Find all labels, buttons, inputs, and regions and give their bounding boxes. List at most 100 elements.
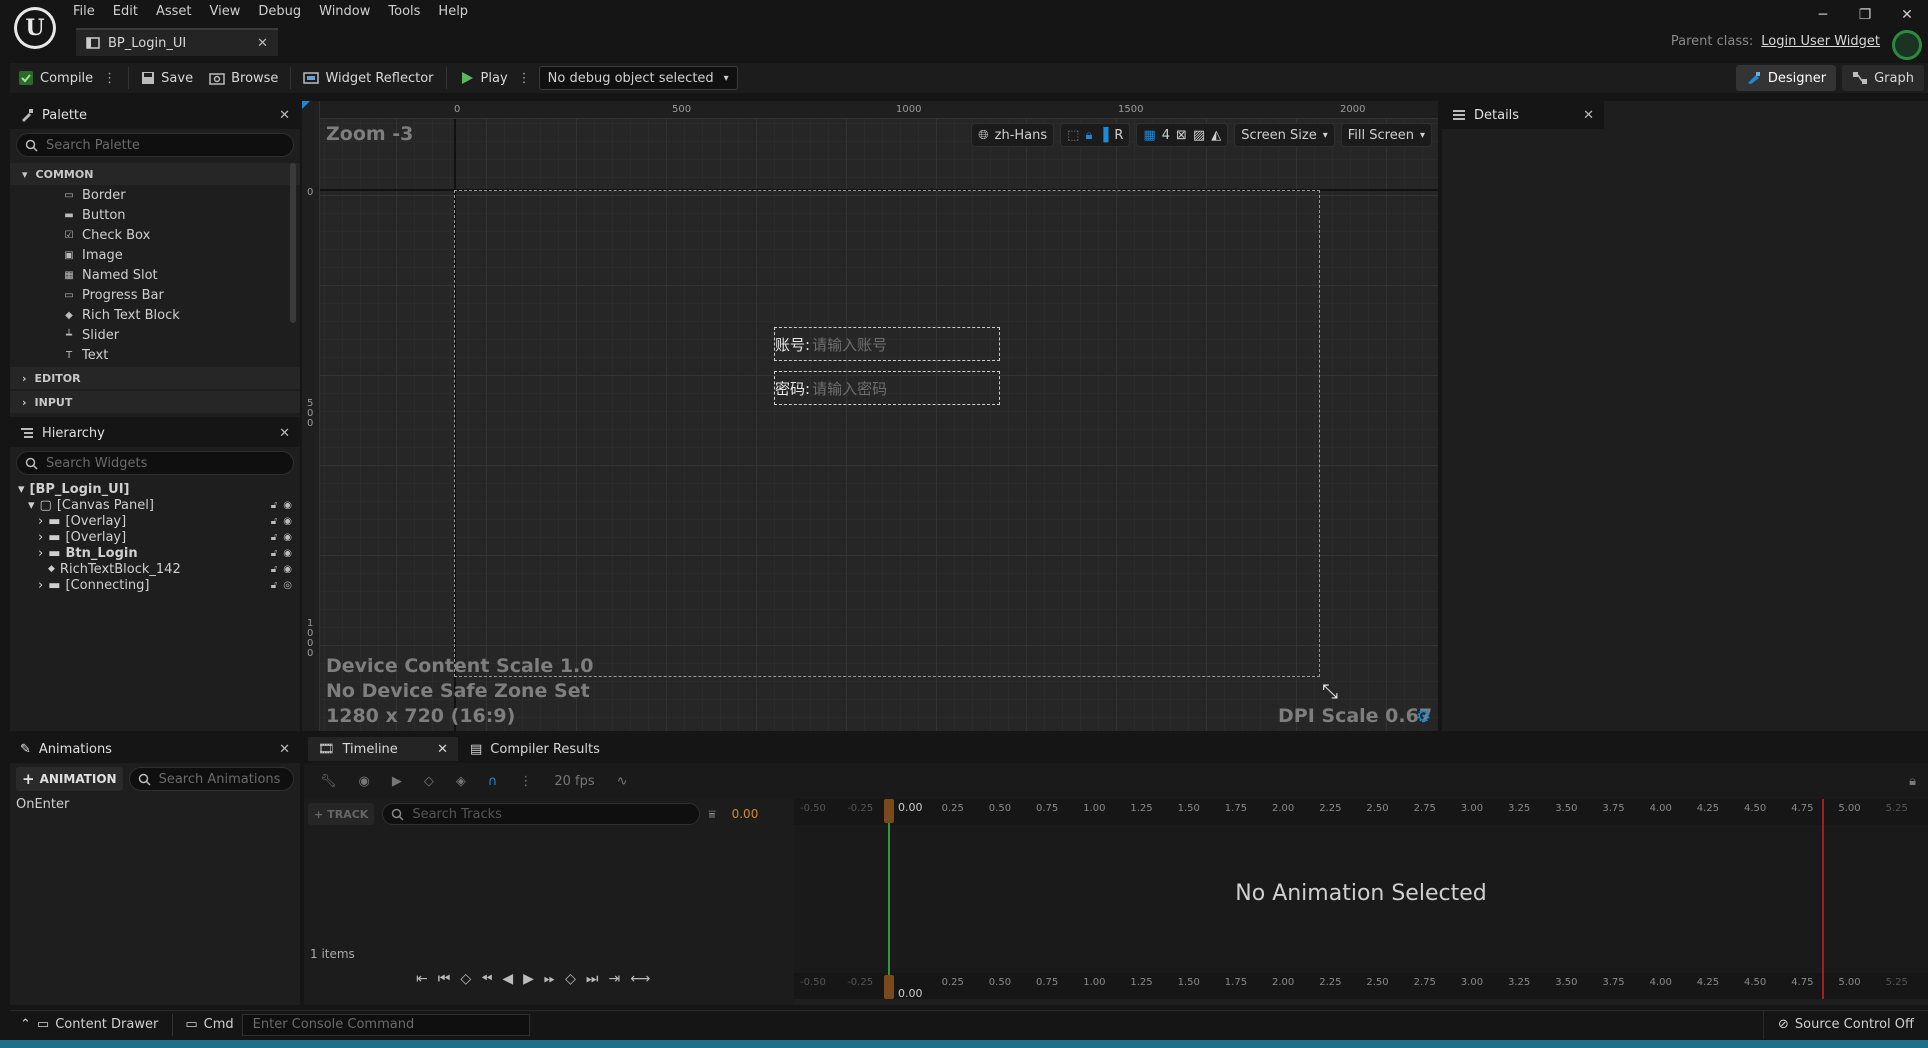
eye-hidden-icon[interactable]: ◎	[283, 580, 292, 591]
tab-compiler-results[interactable]: ▤ Compiler Results	[460, 737, 610, 761]
palette-scrollbar[interactable]	[290, 163, 296, 323]
eye-icon[interactable]: ◉	[283, 532, 292, 543]
source-status-icon[interactable]	[1892, 30, 1922, 60]
parent-class-link[interactable]: Login User Widget	[1761, 34, 1880, 49]
wrench-icon[interactable]: 🔧︎	[320, 774, 337, 789]
play-forward-icon[interactable]: ▶	[523, 971, 534, 987]
save-button[interactable]: Save	[133, 63, 201, 93]
close-details-icon[interactable]: ✕	[1583, 108, 1594, 123]
unlock-icon[interactable]: 🔓︎	[271, 532, 277, 543]
menu-debug[interactable]: Debug	[249, 2, 310, 22]
cmd-button[interactable]: ▭ Cmd	[177, 1011, 241, 1039]
widget-reflector-button[interactable]: Widget Reflector	[295, 63, 441, 93]
eye-icon[interactable]: ◉	[283, 564, 292, 575]
unlock-icon[interactable]: 🔓︎	[271, 548, 277, 559]
play-button[interactable]: Play ⋮	[451, 63, 539, 93]
palette-item-text[interactable]: T Text	[10, 345, 300, 365]
category-editor[interactable]: › EDITOR	[10, 367, 300, 389]
graph-mode-button[interactable]: Graph	[1842, 65, 1924, 91]
next-key-icon[interactable]: ◇	[565, 971, 576, 987]
palette-item-button[interactable]: ▬ Button	[10, 205, 300, 225]
tree-root[interactable]: ▾ [BP_Login_UI]	[18, 481, 292, 497]
category-input[interactable]: › INPUT	[10, 391, 300, 413]
culture-button[interactable]: 🌐︎ zh-Hans	[971, 123, 1055, 147]
category-common[interactable]: ▾ COMMON	[10, 163, 300, 185]
animations-search-input[interactable]: Search Animations	[128, 767, 294, 791]
close-tab-icon[interactable]: ✕	[257, 36, 268, 51]
menu-tools[interactable]: Tools	[379, 2, 429, 22]
unlock-icon[interactable]: 🔓︎	[271, 580, 277, 591]
unlock-icon[interactable]: 🔓︎	[271, 500, 277, 511]
designer-mode-button[interactable]: Designer	[1735, 65, 1837, 91]
key-icon[interactable]: ◇	[424, 774, 434, 789]
dpi-settings-gear-icon[interactable]: ⚙	[1416, 707, 1431, 727]
eye-icon[interactable]: ◉	[283, 500, 292, 511]
palette-item-slider[interactable]: ┷ Slider	[10, 325, 300, 345]
snap-magnet-icon[interactable]: ∩	[488, 774, 498, 789]
palette-item-check-box[interactable]: ☑ Check Box	[10, 225, 300, 245]
debug-object-dropdown[interactable]: No debug object selected ▾	[538, 66, 738, 90]
palette-item-image[interactable]: ▣ Image	[10, 245, 300, 265]
unreal-logo-icon[interactable]: U	[14, 7, 56, 49]
unlock-icon[interactable]: 🔓︎	[271, 516, 277, 527]
curve-editor-icon[interactable]: ∿	[617, 774, 628, 789]
menu-view[interactable]: View	[201, 2, 250, 22]
account-field[interactable]: 账号: 请输入账号	[774, 327, 1000, 361]
lock-icon[interactable]: 🔒︎	[1909, 774, 1916, 789]
eye-icon[interactable]: ◉	[283, 548, 292, 559]
jump-start-icon[interactable]: ⇤	[416, 971, 428, 987]
palette-item-border[interactable]: ▭ Border	[10, 185, 300, 205]
palette-item-named-slot[interactable]: ▦ Named Slot	[10, 265, 300, 285]
menu-file[interactable]: File	[64, 2, 104, 22]
tree-canvas-panel[interactable]: ▾ ▢ [Canvas Panel] 🔓︎ ◉	[18, 497, 292, 513]
step-forward-key-icon[interactable]: ⏭︎	[586, 971, 599, 987]
hierarchy-search-input[interactable]: Search Widgets	[16, 451, 294, 475]
menu-edit[interactable]: Edit	[104, 2, 147, 22]
animation-item-onenter[interactable]: OnEnter	[10, 795, 300, 814]
content-drawer-button[interactable]: ⌃ ▭ Content Drawer	[10, 1011, 168, 1039]
tree-overlay[interactable]: › ▬ [Overlay] 🔓︎ ◉	[18, 529, 292, 545]
browse-button[interactable]: Browse	[201, 63, 286, 93]
resize-handle-icon[interactable]: ⤡	[1322, 679, 1338, 703]
timeline-track-area[interactable]: No Animation Selected	[794, 825, 1928, 973]
close-hierarchy-icon[interactable]: ✕	[279, 426, 290, 441]
restore-icon[interactable]: ❐	[1844, 0, 1886, 30]
tree-overlay[interactable]: › ▬ [Overlay] 🔓︎ ◉	[18, 513, 292, 529]
add-track-button[interactable]: + TRACK	[308, 803, 375, 825]
jump-end-icon[interactable]: ⇥	[608, 971, 620, 987]
menu-window[interactable]: Window	[310, 2, 379, 22]
step-back-icon[interactable]: ⏪︎	[481, 971, 492, 987]
reverse-play-icon[interactable]: ◀	[502, 971, 513, 987]
screen-size-dropdown[interactable]: Screen Size ▾	[1234, 123, 1335, 147]
playhead-handle-bottom[interactable]	[884, 975, 894, 999]
tree-connecting[interactable]: › ▬ [Connecting] 🔓︎ ◎	[18, 577, 292, 593]
palette-search-input[interactable]: Search Palette	[16, 133, 294, 157]
step-back-key-icon[interactable]: ⏮︎	[438, 971, 451, 987]
fill-screen-dropdown[interactable]: Fill Screen ▾	[1340, 123, 1432, 147]
dashed-outline-icon[interactable]: ⬚	[1067, 128, 1079, 143]
r-toggle[interactable]: R	[1114, 128, 1123, 143]
close-timeline-icon[interactable]: ✕	[437, 742, 448, 757]
lock-icon[interactable]: 🔒︎	[1085, 128, 1092, 143]
play-options-icon[interactable]: ⋮	[518, 71, 531, 86]
minimize-icon[interactable]: ─	[1802, 0, 1844, 30]
password-field[interactable]: 密码: 请输入密码	[774, 371, 1000, 405]
current-time[interactable]: 0.00	[732, 807, 759, 821]
tab-timeline[interactable]: 🎞︎ Timeline ✕	[308, 737, 458, 761]
playhead-handle-top[interactable]	[884, 799, 894, 823]
close-animations-icon[interactable]: ✕	[279, 742, 290, 757]
close-palette-icon[interactable]: ✕	[279, 108, 290, 123]
step-forward-icon[interactable]: ⏩︎	[544, 971, 555, 987]
loop-icon[interactable]: ⟷	[630, 971, 650, 987]
timeline-options-icon[interactable]: ⋮	[519, 774, 532, 789]
snap-icon[interactable]: ⊠	[1176, 128, 1187, 143]
palette-item-rich-text-block[interactable]: ◆ Rich Text Block	[10, 305, 300, 325]
palette-item-progress-bar[interactable]: ▭ Progress Bar	[10, 285, 300, 305]
grid-count[interactable]: 4	[1162, 128, 1170, 143]
unlock-icon[interactable]: 🔓︎	[271, 564, 277, 575]
eye-icon[interactable]: ◉	[283, 516, 292, 527]
compile-options-icon[interactable]: ⋮	[103, 71, 116, 86]
document-tab[interactable]: BP_Login_UI ✕	[76, 28, 278, 56]
background-icon[interactable]: ▨	[1193, 128, 1205, 143]
tree-rich-text-block[interactable]: ◆ RichTextBlock_142 🔓︎ ◉	[18, 561, 292, 577]
